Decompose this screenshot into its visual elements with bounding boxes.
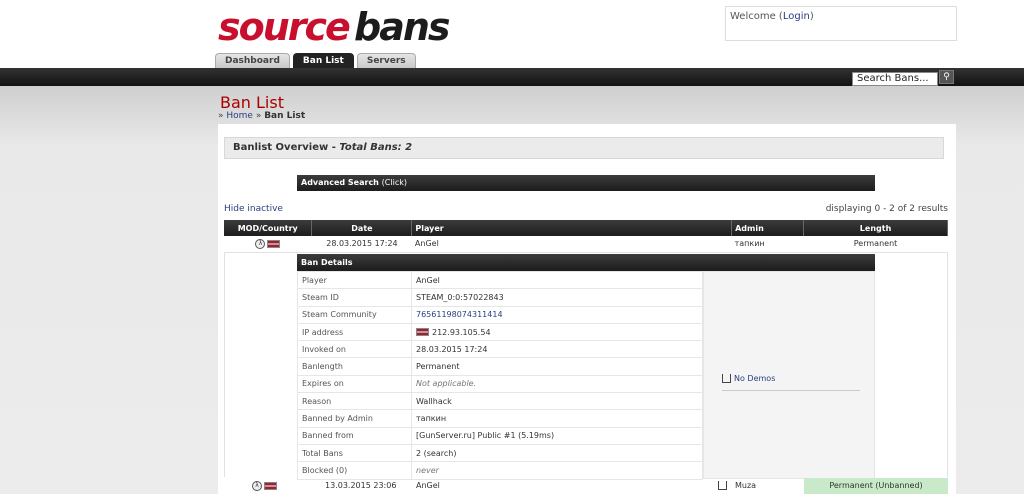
tab-ban-list[interactable]: Ban List: [292, 53, 354, 68]
length-cell: Permanent: [803, 236, 948, 253]
detail-row: IP address 212.93.105.54: [297, 322, 703, 342]
ip-cell: 212.93.105.54: [411, 322, 703, 342]
detail-value: Permanent: [411, 357, 703, 376]
detail-key: Total Bans: [297, 443, 412, 463]
page-title: Ban List: [220, 93, 284, 112]
col-admin[interactable]: Admin: [731, 220, 805, 236]
detail-key: Banned from: [297, 426, 412, 445]
latvia-flag-icon: [264, 481, 277, 490]
player-cell: AnGel: [411, 236, 732, 253]
detail-row: Reason Wallhack: [297, 392, 703, 411]
demo-icon: [718, 481, 727, 490]
latvia-flag-icon: [267, 239, 281, 248]
detail-row: Banned from [GunServer.ru] Public #1 (5.1…: [297, 426, 703, 445]
results-count: displaying 0 - 2 of 2 results: [825, 204, 948, 214]
detail-value: never: [411, 461, 703, 480]
search-input[interactable]: Search Bans...: [852, 72, 938, 86]
detail-row: Steam ID STEAM_0:0:57022843: [297, 288, 703, 307]
mod-country-cell: λ: [224, 236, 312, 253]
steam-community-link[interactable]: 76561198074311414: [416, 310, 503, 319]
detail-key: Steam Community: [297, 305, 412, 324]
col-length[interactable]: Length: [803, 220, 948, 236]
admin-cell: Muza: [735, 481, 757, 490]
ban-details-title: Ban Details: [297, 254, 875, 271]
overview-label: Banlist Overview -: [233, 142, 340, 153]
divider: [722, 390, 860, 391]
table-header: MOD/Country Date Player Admin Length: [224, 220, 948, 236]
svg-text:source: source: [218, 6, 350, 49]
latvia-flag-icon: [416, 328, 429, 337]
total-bans-search-link[interactable]: 2 (search): [411, 443, 703, 463]
detail-key: Invoked on: [297, 340, 412, 359]
demos-panel: No Demos: [703, 271, 875, 479]
detail-key: Reason: [297, 392, 412, 411]
detail-row: Banned by Admin тапкин: [297, 409, 703, 428]
breadcrumb-home[interactable]: Home: [226, 111, 253, 121]
detail-key: Player: [297, 270, 412, 290]
length-cell: Permanent (Unbanned): [804, 478, 948, 494]
col-player[interactable]: Player: [411, 220, 733, 236]
detail-value: тапкин: [411, 409, 703, 428]
ban-table: MOD/Country Date Player Admin Length λ 2…: [224, 220, 948, 253]
login-link[interactable]: Login: [783, 11, 810, 22]
table-row[interactable]: λ 28.03.2015 17:24 AnGel тапкин Permanen…: [224, 236, 948, 253]
detail-value: 28.03.2015 17:24: [411, 340, 703, 359]
advanced-search-bar[interactable]: Advanced Search (Click): [297, 175, 875, 191]
detail-row: Invoked on 28.03.2015 17:24: [297, 340, 703, 359]
no-demos[interactable]: No Demos: [722, 374, 775, 383]
no-demos-label: No Demos: [734, 374, 776, 383]
table-row[interactable]: λ 13.03.2015 23:06 AnGel Muza Permanent …: [224, 478, 948, 494]
sourcebans-logo[interactable]: source bans: [216, 6, 478, 50]
svg-text:bans: bans: [354, 6, 450, 49]
detail-key: Expires on: [297, 374, 412, 394]
game-mod-icon: λ: [252, 480, 262, 491]
detail-row: Blocked (0) never: [297, 461, 703, 480]
tab-dashboard[interactable]: Dashboard: [215, 53, 290, 68]
welcome-suffix: ): [809, 11, 814, 22]
detail-value: Not applicable.: [411, 374, 703, 394]
header: source bans Welcome (Login) Dashboard Ba…: [0, 0, 1024, 68]
detail-row: Player AnGel: [297, 270, 703, 290]
ban-details-panel: Ban Details Player AnGel Steam ID STEAM_0:…: [297, 254, 875, 480]
search-icon[interactable]: ⚲: [939, 70, 954, 84]
hide-inactive-link[interactable]: Hide inactive: [224, 204, 283, 214]
detail-key: Banlength: [297, 357, 412, 376]
tab-servers[interactable]: Servers: [356, 53, 416, 68]
demo-icon: [722, 374, 731, 383]
detail-row: Steam Community 76561198074311414: [297, 305, 703, 324]
date-cell: 28.03.2015 17:24: [311, 236, 412, 253]
detail-key: IP address: [297, 322, 412, 342]
detail-value: 212.93.105.54: [432, 327, 491, 337]
detail-value: Wallhack: [411, 392, 703, 411]
banlist-overview: Banlist Overview - Total Bans: 2: [224, 137, 944, 159]
col-date[interactable]: Date: [311, 220, 413, 236]
detail-key: Banned by Admin: [297, 409, 412, 428]
detail-row: Banlength Permanent: [297, 357, 703, 376]
nav-tabs: Dashboard Ban List Servers: [215, 53, 416, 68]
welcome-box: Welcome (Login): [725, 6, 957, 41]
detail-value: [GunServer.ru] Public #1 (5.19ms): [411, 426, 703, 445]
welcome-text: Welcome (: [730, 11, 783, 22]
breadcrumb: » Home » Ban List: [218, 111, 306, 121]
game-mod-icon: λ: [255, 238, 266, 249]
detail-row: Expires on Not applicable.: [297, 374, 703, 394]
demo-icon: [718, 478, 730, 494]
date-cell: 13.03.2015 23:06: [325, 481, 397, 490]
advanced-search-label: Advanced Search: [301, 178, 379, 187]
detail-value: STEAM_0:0:57022843: [411, 288, 703, 307]
detail-value: AnGel: [411, 270, 703, 290]
mod-country-cell: λ: [252, 478, 277, 494]
detail-row: Total Bans 2 (search): [297, 443, 703, 463]
advanced-search-click: (Click): [381, 178, 407, 187]
detail-key: Steam ID: [297, 288, 412, 307]
ban-details-table: Player AnGel Steam ID STEAM_0:0:57022843 S…: [297, 270, 703, 480]
admin-cell: тапкин: [731, 236, 804, 253]
col-mod-country[interactable]: MOD/Country: [224, 220, 313, 236]
player-cell: AnGel: [416, 481, 440, 490]
detail-key: Blocked (0): [297, 461, 412, 480]
total-bans: Total Bans: 2: [339, 142, 413, 153]
breadcrumb-current: Ban List: [264, 111, 306, 121]
